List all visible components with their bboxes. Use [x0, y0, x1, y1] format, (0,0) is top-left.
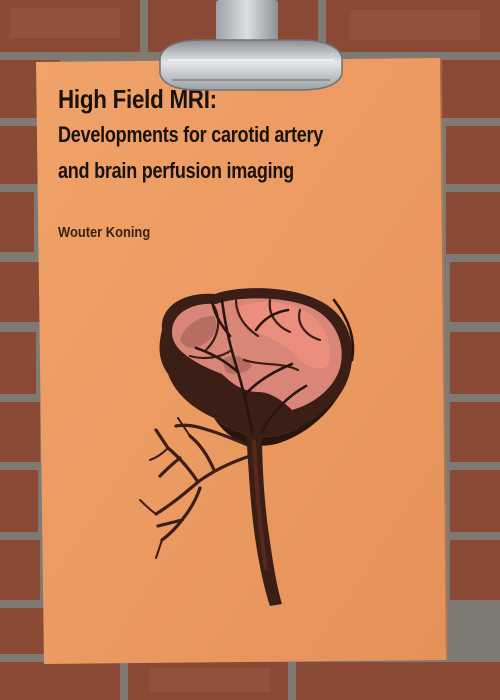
binder-clip-icon [159, 0, 343, 91]
